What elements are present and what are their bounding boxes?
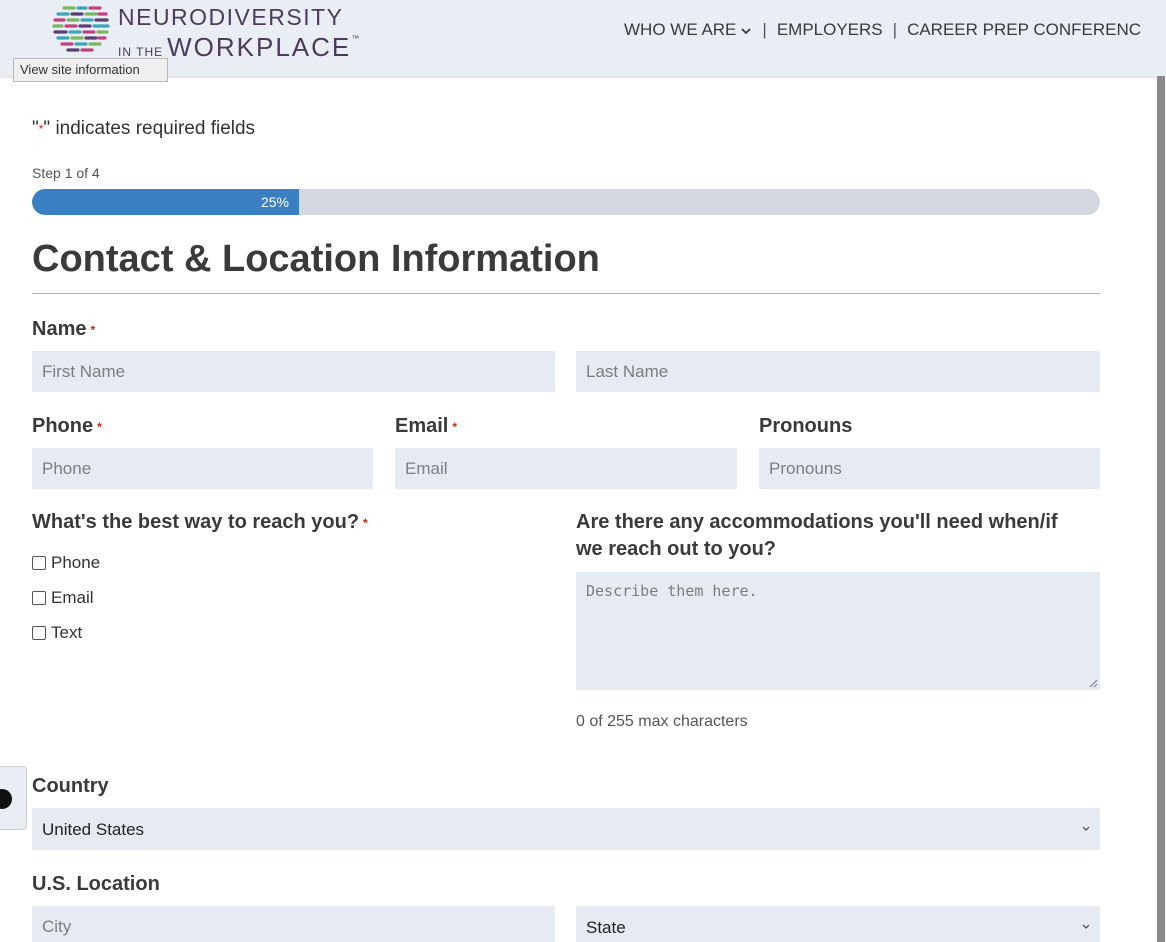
site-information-tooltip: View site information <box>13 58 168 82</box>
country-select[interactable]: United States <box>32 808 1100 850</box>
email-label-text: Email <box>395 415 449 437</box>
email-label: Email * <box>395 415 457 438</box>
state-select[interactable]: State <box>576 906 1100 942</box>
reach-option-label: Email <box>51 588 94 607</box>
accommodations-label-line2: we reach out to you? <box>576 538 777 560</box>
logo-trademark: ™ <box>351 34 360 43</box>
nav-item-employers[interactable]: EMPLOYERS <box>777 20 883 40</box>
reach-option-label: Text <box>51 623 83 642</box>
reach-option-email[interactable]: Email <box>32 588 94 608</box>
reach-option-phone[interactable]: Phone <box>32 553 100 573</box>
step-indicator: Step 1 of 4 <box>32 165 100 181</box>
email-input[interactable] <box>395 448 737 489</box>
last-name-input[interactable] <box>576 351 1100 392</box>
required-star: * <box>97 419 102 434</box>
nav-item-label: WHO WE ARE <box>624 20 737 39</box>
required-star: * <box>452 419 458 434</box>
logo-text-in-the: IN THE <box>118 45 164 59</box>
resize-handle-icon[interactable] <box>1089 679 1098 688</box>
email-checkbox[interactable] <box>32 591 46 605</box>
country-label: Country <box>32 775 109 797</box>
accessibility-toggle[interactable] <box>0 766 27 830</box>
accommodations-label-line1: Are there any accommodations you'll need… <box>576 511 1058 533</box>
nav-item-career-prep-conference[interactable]: CAREER PREP CONFERENC <box>907 20 1141 40</box>
phone-input[interactable] <box>32 448 373 489</box>
chevron-down-icon <box>1082 826 1090 831</box>
city-input[interactable] <box>32 906 555 942</box>
first-name-input[interactable] <box>32 351 555 392</box>
page-title: Contact & Location Information <box>32 238 600 280</box>
main-nav: WHO WE ARE | EMPLOYERS | CAREER PREP CONFERE… <box>624 20 1141 40</box>
reach-method-label-text: What's the best way to reach you? <box>32 511 360 533</box>
nav-separator: | <box>762 20 767 39</box>
required-note-prefix: " <box>32 118 39 139</box>
nav-item-who-we-are[interactable]: WHO WE ARE <box>624 20 752 40</box>
name-label-text: Name <box>32 318 87 340</box>
phone-label-text: Phone <box>32 415 94 437</box>
required-star: * <box>363 515 368 530</box>
phone-label: Phone * <box>32 415 102 438</box>
name-label: Name * <box>32 318 95 341</box>
pronouns-input[interactable] <box>759 448 1100 489</box>
character-counter: 0 of 255 max characters <box>576 713 748 730</box>
progress-bar-fill: 25% <box>32 189 299 215</box>
reach-option-label: Phone <box>51 553 101 572</box>
site-logo[interactable]: NEURODIVERSITY IN THE WORKPLACE™ <box>50 0 380 62</box>
us-location-label: U.S. Location <box>32 873 160 895</box>
chevron-down-icon <box>1082 924 1090 929</box>
text-checkbox[interactable] <box>32 626 46 640</box>
reach-method-label: What's the best way to reach you? * <box>32 511 368 534</box>
nav-separator: | <box>892 20 898 39</box>
required-star: * <box>90 322 96 337</box>
contrast-icon <box>0 789 12 809</box>
logo-text-workplace-word: WORKPLACE <box>167 32 352 62</box>
progress-percent-label: 25% <box>260 194 289 210</box>
state-selected-value: State <box>586 918 626 937</box>
scrollbar-thumb[interactable] <box>1157 76 1165 942</box>
title-divider <box>32 293 1100 294</box>
accommodations-textarea[interactable] <box>576 572 1100 690</box>
brain-logo-icon <box>52 6 110 52</box>
required-note-suffix: " indicates required fields <box>43 118 256 139</box>
country-selected-value: United States <box>42 820 145 839</box>
reach-option-text[interactable]: Text <box>32 623 82 643</box>
chevron-down-icon <box>741 27 752 34</box>
pronouns-label: Pronouns <box>759 415 853 437</box>
logo-text-neurodiversity: NEURODIVERSITY <box>118 4 344 30</box>
site-header: NEURODIVERSITY IN THE WORKPLACE™ WHO WE A… <box>0 0 1166 76</box>
progress-bar: 25% <box>32 189 1100 215</box>
phone-checkbox[interactable] <box>32 556 46 570</box>
required-fields-note: "*" indicates required fields <box>32 118 255 140</box>
